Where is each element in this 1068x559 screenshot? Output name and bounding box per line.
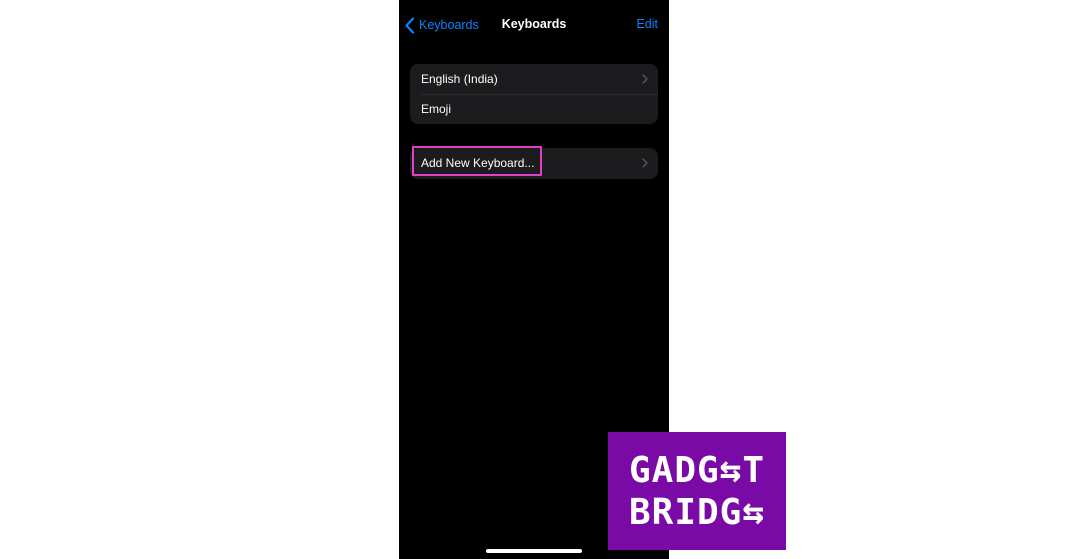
logo-line-1: GADG⇆T: [628, 450, 766, 491]
gadget-bridge-logo: GADG⇆T BRIDG⇆: [608, 432, 786, 550]
list-item-emoji[interactable]: Emoji: [410, 94, 658, 124]
page-title: Keyboards: [501, 17, 567, 31]
chevron-right-icon: [642, 158, 648, 168]
chevron-right-icon: [642, 74, 648, 84]
navigation-bar: Keyboards Keyboards Edit: [399, 0, 669, 48]
highlight-box: [412, 146, 542, 176]
keyboards-list: English (India) Emoji: [410, 64, 658, 124]
logo-line-2: BRIDG⇆: [628, 492, 766, 533]
edit-button[interactable]: Edit: [636, 17, 658, 31]
list-item-label: Emoji: [421, 102, 452, 116]
home-indicator[interactable]: [486, 549, 582, 553]
list-item-label: English (India): [421, 72, 498, 86]
list-item-english-india[interactable]: English (India): [410, 64, 658, 94]
